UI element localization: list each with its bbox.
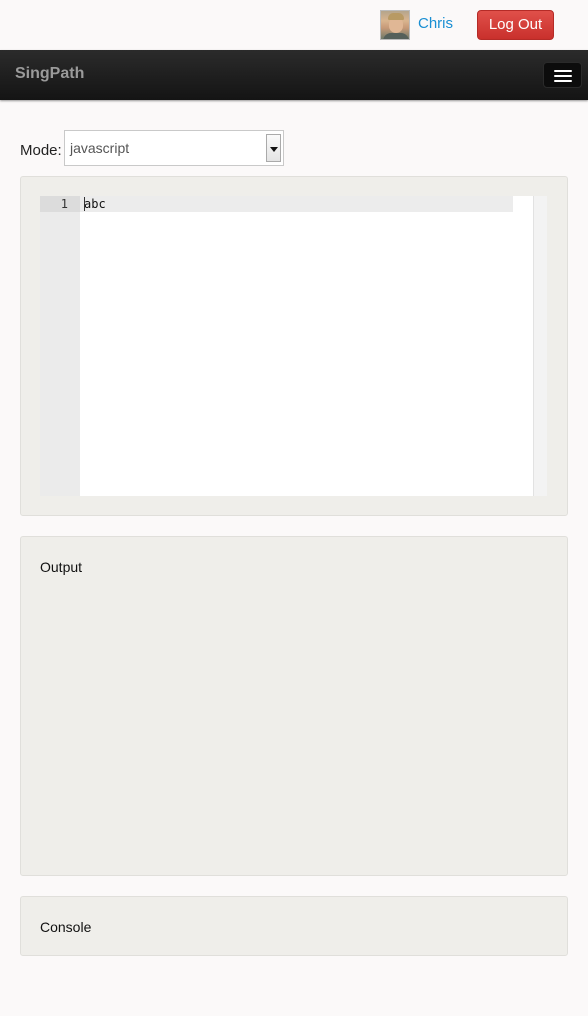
editor-scrollbar[interactable] bbox=[533, 196, 547, 496]
line-gutter bbox=[40, 196, 80, 496]
navbar: SingPath bbox=[0, 50, 588, 100]
editor-panel: 1 abc bbox=[20, 176, 568, 516]
code-editor[interactable]: 1 abc bbox=[40, 196, 547, 496]
text-cursor bbox=[84, 197, 85, 211]
dropdown-arrow-icon[interactable] bbox=[266, 134, 281, 162]
mode-label: Mode: bbox=[20, 142, 62, 159]
active-line-highlight bbox=[80, 196, 513, 212]
user-avatar[interactable] bbox=[380, 10, 410, 40]
line-number: 1 bbox=[60, 197, 68, 211]
hamburger-menu-icon[interactable] bbox=[543, 62, 582, 88]
user-bar: Chris Log Out bbox=[0, 0, 588, 50]
logout-button[interactable]: Log Out bbox=[477, 10, 554, 40]
code-line[interactable]: abc bbox=[84, 197, 106, 211]
console-panel: Console bbox=[20, 896, 568, 956]
username-link[interactable]: Chris bbox=[418, 15, 453, 32]
mode-select-value: javascript bbox=[70, 140, 130, 156]
console-title: Console bbox=[40, 919, 92, 935]
output-panel: Output bbox=[20, 536, 568, 876]
mode-select[interactable]: javascript bbox=[64, 130, 284, 166]
output-title: Output bbox=[40, 559, 83, 575]
brand-logo[interactable]: SingPath bbox=[15, 65, 84, 83]
